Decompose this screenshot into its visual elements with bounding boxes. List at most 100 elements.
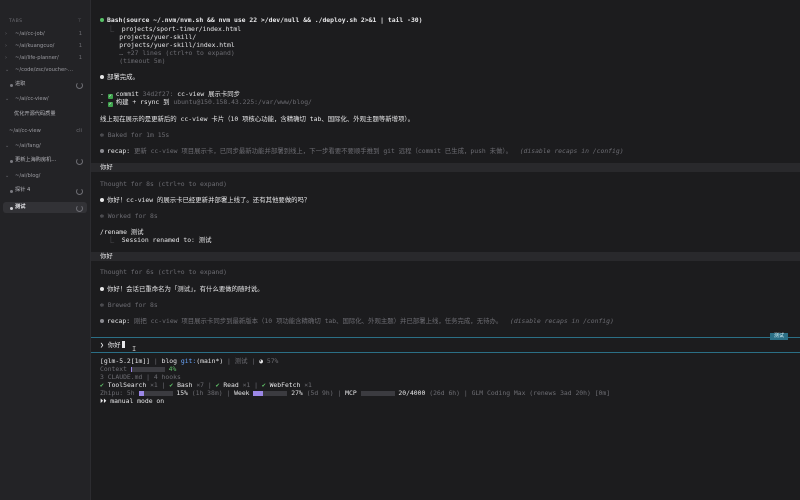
sidebar-group-label: ~/code/zsc/voucher-eng... <box>15 67 76 73</box>
prompt-chevron-icon: ❯ <box>100 341 104 349</box>
commit-hash: 34d2f27: <box>142 90 174 98</box>
usage-week-percent: 27% <box>291 389 303 397</box>
tool-output-line: projects/yuer-skill/ <box>100 34 196 41</box>
context-bar-fill <box>130 367 133 372</box>
thinking-note[interactable]: Thought for 8s (ctrl+o to expand) <box>100 181 227 188</box>
tree-corner-icon: ⎿ <box>100 25 122 33</box>
loading-icon <box>76 158 83 165</box>
session-status-dot <box>10 159 13 163</box>
sidebar-session-item[interactable]: 优化开源代码质量 <box>0 109 90 120</box>
prompt-input-value: 你好 <box>107 341 121 349</box>
sidebar-group-label: ~/ai/kuangcuo/ <box>15 43 55 49</box>
bash-command: Bash(source ~/.nvm/nvm.sh && nvm use 22 … <box>107 16 423 24</box>
sidebar-group-label: ~/ai/cc-view/ <box>15 96 49 102</box>
recap-label: recap: <box>107 317 131 325</box>
git-label: git: <box>180 357 197 365</box>
statusline-usage: Zhipu: 5h 15% (1h 38m) | Week 27% (5d 9h… <box>100 389 611 397</box>
usage-label: Zhipu: 5h <box>100 389 135 397</box>
chevron-right-icon: › <box>5 55 7 61</box>
sidebar-group-kuangcuo[interactable]: › ~/ai/kuangcuo/ 1 <box>0 41 90 52</box>
tool-name: ToolSearch <box>107 381 147 389</box>
message-bullet-icon <box>100 75 104 79</box>
tool-output-text: projects/yuer-skill/index.html <box>119 41 235 49</box>
user-message-bar: 你好 <box>91 252 800 261</box>
status-dot-icon: ✻ <box>100 301 108 309</box>
session-sidebar: TABS ⊤ › ~/ai/cc-job/ 1 › ~/ai/kuangcuo/… <box>0 0 91 500</box>
statusline-config: 3 CLAUDE.md | 4 hooks <box>100 373 181 381</box>
usage-mcp-reset: (26d 6h) <box>429 389 460 397</box>
statusline-tools: ✔ ToolSearch ×1 | ✔ Bash ×7 | ✔ Read ×1 … <box>100 381 312 389</box>
timing-text: Worked for 8s <box>107 212 158 220</box>
assistant-message: 你好！cc-view 的展示卡已经更新并部署上线了。还有其他要做的吗？ <box>100 197 310 204</box>
timing-text: Baked for 1m 15s <box>107 131 170 139</box>
session-label: 测试 <box>15 204 26 210</box>
sidebar-group-cc-view[interactable]: ⌄ ~/ai/cc-view/ <box>0 94 90 105</box>
prompt-input[interactable]: ❯ 你好 <box>100 341 125 349</box>
sidebar-group-blog[interactable]: ⌄ ~/ai/blog/ <box>0 171 90 182</box>
assistant-message: 你好！会话已重命名为「测试」，有什么要做的随时说。 <box>100 286 264 293</box>
tool-count: ×7 <box>196 381 205 389</box>
session-label: 更新上海购房机... <box>15 157 57 163</box>
check-icon: ✓ <box>107 102 113 107</box>
check-icon: ✔ <box>261 381 266 389</box>
session-name: 测试 <box>234 357 248 365</box>
statusline-model: [glm-5.2[1m]] | blog git:(main*) | 测试 | … <box>100 357 279 365</box>
sidebar-session-item-active[interactable]: 测试 <box>3 202 87 213</box>
model-name: [glm-5.2[1m]] <box>100 357 151 365</box>
tool-name: Bash <box>177 381 193 389</box>
statusline-context: Context 4% <box>100 366 176 373</box>
timing-note: ✻ Baked for 1m 15s <box>100 132 169 139</box>
input-bottom-border <box>91 352 800 353</box>
timing-text: Brewed for 8s <box>107 301 158 309</box>
chevron-right-icon: › <box>5 31 7 37</box>
tool-output-line: projects/yuer-skill/index.html <box>100 41 235 49</box>
mode-indicator[interactable]: ⏵⏵ manual mode on <box>100 398 164 405</box>
circle-icon: ◕ <box>259 357 263 365</box>
sidebar-group-life-planner[interactable]: › ~/ai/life-planner/ 1 <box>0 53 90 64</box>
sidebar-session-item[interactable]: 更新上海购房机... <box>0 155 90 166</box>
usage-mcp-bar <box>360 391 395 396</box>
user-message-text: 你好 <box>100 252 113 260</box>
context-bar <box>130 367 165 372</box>
sidebar-group-count: 1 <box>78 43 82 49</box>
recap-line: recap: 更新 cc-view 项目展示卡，已同步最新功能并部署到线上，下一… <box>100 148 624 155</box>
expand-hint[interactable]: … +27 lines (ctrl+o to expand) <box>100 50 234 57</box>
recap-bullet-icon <box>100 149 104 153</box>
session-name-tag: 测试 <box>769 333 788 340</box>
sidebar-group-fang[interactable]: ⌄ ~/ai/fang/ <box>0 141 90 152</box>
recap-line: recap: 刚把 cc-view 项目展示卡同步到最新版本（10 项功能含精确… <box>100 318 614 325</box>
session-label: 探针 4 <box>15 187 31 193</box>
recap-bullet-icon <box>100 319 104 323</box>
session-label: 优化开源代码质量 <box>14 111 56 117</box>
command-output-text: Session renamed to: 测试 <box>121 236 212 244</box>
timing-note: ✻ Brewed for 8s <box>100 302 158 309</box>
recap-hint: (disable recaps in /config) <box>519 147 624 155</box>
sidebar-item-label: ~/ai/cc-view <box>9 128 41 134</box>
sidebar-group-count: 1 <box>78 31 82 37</box>
usage-week-bar-fill <box>253 391 263 396</box>
build-label: 构建 + rsync 到 <box>115 98 170 106</box>
tool-bullet-icon <box>100 18 104 22</box>
commit-message: cc-view 展示卡同步 <box>177 90 241 98</box>
timeout-text: (timeout 5m) <box>119 57 166 65</box>
sidebar-plain-item[interactable]: ~/ai/cc-view cli <box>0 126 90 137</box>
sidebar-group-label: ~/ai/fang/ <box>15 143 41 149</box>
sidebar-collapse-icon[interactable]: ⊤ <box>77 19 82 24</box>
sidebar-group-voucher[interactable]: ⌄ ~/code/zsc/voucher-eng... <box>0 65 90 76</box>
sidebar-group-label: ~/ai/cc-job/ <box>15 31 45 37</box>
sidebar-session-item[interactable]: 探针 4 <box>0 185 90 196</box>
recap-hint: (disable recaps in /config) <box>509 317 614 325</box>
recap-text: 更新 cc-view 项目展示卡，已同步最新功能并部署到线上，下一步看要不要顺手… <box>133 147 512 155</box>
tool-name: Read <box>223 381 239 389</box>
sidebar-group-cc-job[interactable]: › ~/ai/cc-job/ 1 <box>0 29 90 40</box>
slash-command: /rename 测试 <box>100 228 144 236</box>
assistant-message: 部署完成。 <box>100 74 139 81</box>
tool-count: ×1 <box>242 381 251 389</box>
status-dot-icon: ✻ <box>100 131 108 139</box>
thinking-note[interactable]: Thought for 6s (ctrl+o to expand) <box>100 269 227 276</box>
project-name: blog <box>161 357 177 365</box>
sidebar-session-item[interactable]: 进职 <box>0 79 90 90</box>
assistant-text: 部署完成。 <box>107 73 139 81</box>
sidebar-group-label: ~/ai/blog/ <box>15 173 41 179</box>
sidebar-header-label: TABS <box>9 19 23 24</box>
